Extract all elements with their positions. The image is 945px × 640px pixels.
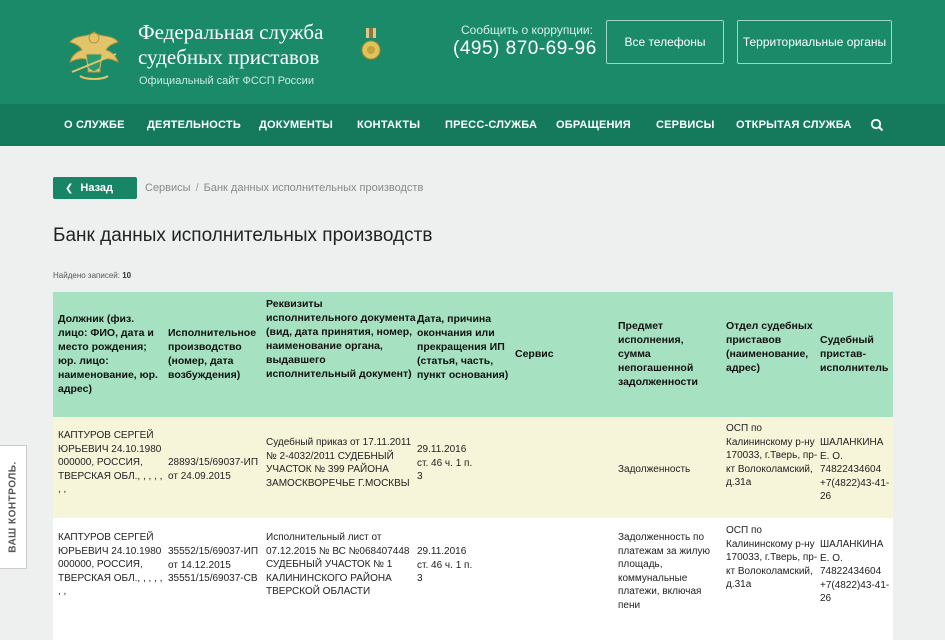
main-nav: О СЛУЖБЕ ДЕЯТЕЛЬНОСТЬ ДОКУМЕНТЫ КОНТАКТЫ… xyxy=(0,104,945,146)
records-found-count: 10 xyxy=(122,271,132,280)
corruption-phone[interactable]: (495) 870-69-96 xyxy=(453,38,597,60)
medal-icon xyxy=(360,28,382,62)
chevron-left-icon: ❮ xyxy=(65,182,74,194)
all-phones-button[interactable]: Все телефоны xyxy=(606,20,724,64)
corruption-label: Сообщить о коррупции: xyxy=(461,23,593,37)
nav-item-documents[interactable]: ДОКУМЕНТЫ xyxy=(259,104,333,146)
page-title: Банк данных исполнительных производств xyxy=(53,225,433,246)
cell-document: Судебный приказ от 17.11.2011 № 2-4032/2… xyxy=(266,437,412,489)
column-header-end-date: Дата, причина окончания или прекращения … xyxy=(417,313,509,381)
column-header-service: Сервис xyxy=(515,348,554,360)
eagle-emblem-icon[interactable] xyxy=(66,24,122,84)
cell-debtor: КАПТУРОВ СЕРГЕЙ ЮРЬЕВИЧ 24.10.1980 00000… xyxy=(58,430,163,495)
records-found: Найдено записей: 10 xyxy=(53,271,131,280)
column-header-department: Отдел судебных приставов (наименование, … xyxy=(726,320,813,374)
nav-item-open-service[interactable]: ОТКРЫТАЯ СЛУЖБА xyxy=(736,104,852,146)
cell-document: Исполнительный лист от 07.12.2015 № ВС №… xyxy=(266,532,410,597)
table-header: Должник (физ. лицо: ФИО, дата и место ро… xyxy=(53,292,893,417)
site-title-line2: судебных приставов xyxy=(138,45,320,69)
cell-bailiff: ШАЛАНКИНА Е. О. 74822434604 +7(4822)43-4… xyxy=(820,437,890,502)
cell-department: ОСП по Калининскому р-ну 170033, г.Тверь… xyxy=(726,423,818,488)
results-table: Должник (физ. лицо: ФИО, дата и место ро… xyxy=(53,292,893,640)
column-header-document: Реквизиты исполнительного документа (вид… xyxy=(266,298,416,380)
nav-item-services[interactable]: СЕРВИСЫ xyxy=(656,104,715,146)
cell-bailiff: ШАЛАНКИНА Е. О. 74822434604 +7(4822)43-4… xyxy=(820,539,890,604)
site-title-line1: Федеральная служба xyxy=(138,20,324,44)
search-icon[interactable] xyxy=(870,118,884,132)
table-row: КАПТУРОВ СЕРГЕЙ ЮРЬЕВИЧ 24.10.1980 00000… xyxy=(53,518,893,640)
records-found-label: Найдено записей: xyxy=(53,271,120,280)
column-header-proceeding: Исполнительное производство (номер, дата… xyxy=(168,327,257,381)
breadcrumb-current: Банк данных исполнительных производств xyxy=(203,182,424,194)
cell-proceeding: 28893/15/69037-ИП от 24.09.2015 xyxy=(168,457,258,482)
cell-end-date: 29.11.2016 ст. 46 ч. 1 п. 3 xyxy=(417,546,473,584)
table-row: КАПТУРОВ СЕРГЕЙ ЮРЬЕВИЧ 24.10.1980 00000… xyxy=(53,417,893,518)
cell-proceeding: 35552/15/69037-ИП от 14.12.2015 35551/15… xyxy=(168,546,258,584)
nav-item-about[interactable]: О СЛУЖБЕ xyxy=(64,104,125,146)
nav-item-activity[interactable]: ДЕЯТЕЛЬНОСТЬ xyxy=(147,104,241,146)
nav-item-press[interactable]: ПРЕСС-СЛУЖБА xyxy=(445,104,537,146)
breadcrumb-separator: / xyxy=(195,182,199,194)
breadcrumb-services[interactable]: Сервисы xyxy=(145,182,191,194)
back-button-label: Назад xyxy=(80,182,114,194)
site-subtitle: Официальный сайт ФССП России xyxy=(139,75,314,87)
cell-subject: Задолженность xyxy=(618,464,691,475)
cell-debtor: КАПТУРОВ СЕРГЕЙ ЮРЬЕВИЧ 24.10.1980 00000… xyxy=(58,532,163,597)
nav-item-appeals[interactable]: ОБРАЩЕНИЯ xyxy=(556,104,631,146)
cell-end-date: 29.11.2016 ст. 46 ч. 1 п. 3 xyxy=(417,444,473,482)
territorial-bodies-button[interactable]: Территориальные органы xyxy=(737,20,892,64)
column-header-debtor: Должник (физ. лицо: ФИО, дата и место ро… xyxy=(58,313,158,395)
back-button[interactable]: ❮ Назад xyxy=(53,177,137,199)
feedback-side-tab[interactable]: ВАШ КОНТРОЛЬ. xyxy=(0,445,27,569)
site-header: Федеральная служба судебных приставов Оф… xyxy=(0,0,945,104)
cell-department: ОСП по Калининскому р-ну 170033, г.Тверь… xyxy=(726,525,818,590)
site-title[interactable]: Федеральная служба судебных приставов xyxy=(138,20,358,70)
breadcrumb: Сервисы / Банк данных исполнительных произ… xyxy=(145,182,423,194)
column-header-bailiff: Судебный пристав-исполнитель xyxy=(820,334,889,374)
column-header-subject: Предмет исполнения, сумма непогашенной з… xyxy=(618,320,698,388)
nav-item-contacts[interactable]: КОНТАКТЫ xyxy=(357,104,420,146)
cell-subject: Задолженность по платежам за жилую площа… xyxy=(618,532,710,611)
feedback-side-tab-label: ВАШ КОНТРОЛЬ. xyxy=(7,461,19,553)
